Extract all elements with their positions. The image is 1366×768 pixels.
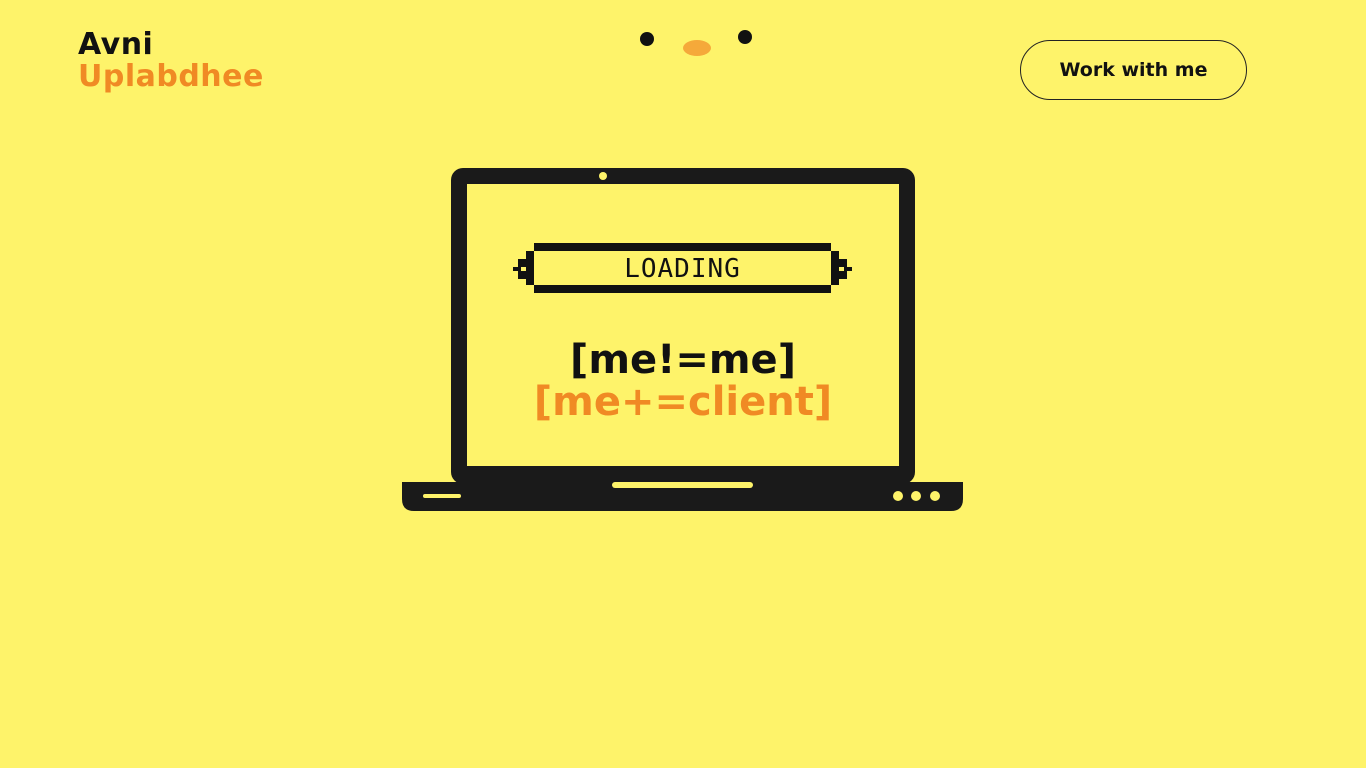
face-decoration-icon — [640, 30, 752, 56]
loading-label: LOADING — [624, 253, 741, 284]
logo[interactable]: Avni Uplabdhee — [78, 30, 264, 92]
work-with-me-button[interactable]: Work with me — [1020, 40, 1247, 100]
hero-line-1: [me!=me] — [570, 337, 796, 383]
logo-last-name: Uplabdhee — [78, 59, 264, 94]
page: Avni Uplabdhee Work with me LOADING [me!… — [0, 0, 1366, 768]
logo-first-name: Avni — [78, 27, 154, 62]
hero-line-2: [me+=client] — [533, 379, 833, 425]
